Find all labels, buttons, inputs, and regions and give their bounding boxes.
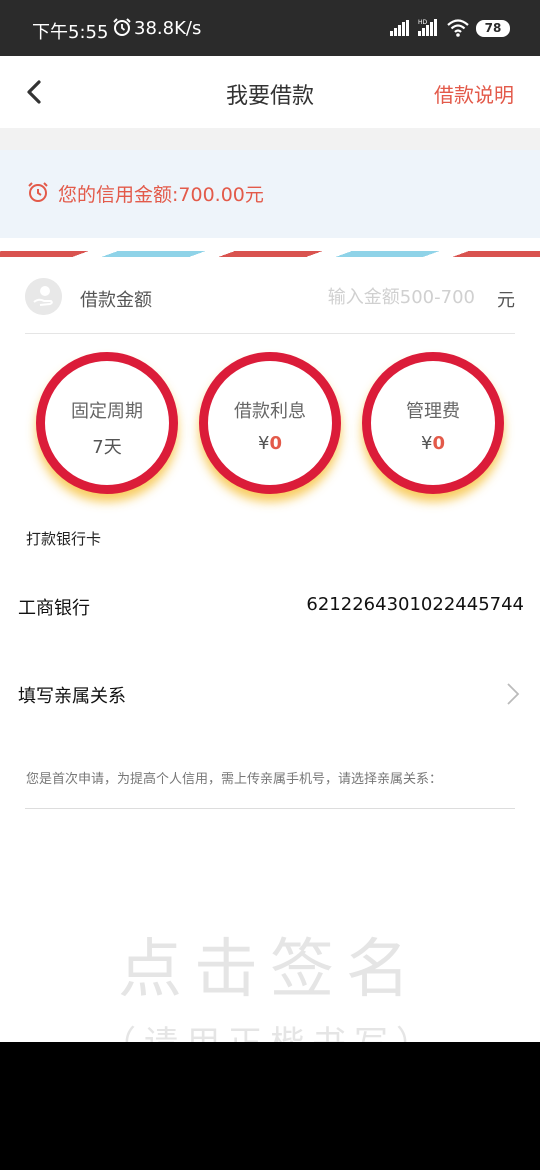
circle-label: 借款利息 <box>234 401 306 422</box>
alarm-clock-icon <box>113 18 131 36</box>
circle-value: ¥0 <box>421 433 445 454</box>
management-fee-circle: 管理费 ¥0 <box>362 352 504 494</box>
currency-unit: 元 <box>497 290 515 311</box>
divider <box>0 128 540 150</box>
bank-name: 工商银行 <box>18 598 90 619</box>
network-speed: 38.8K/s <box>134 18 202 39</box>
cell-signal-icon <box>390 20 409 36</box>
relation-hint-text: 您是首次申请，为提高个人信用，需上传亲属手机号，请选择亲属关系： <box>26 772 443 787</box>
loan-amount-input[interactable] <box>275 280 475 314</box>
circle-value: 7天 <box>92 437 122 458</box>
interest-circle: 借款利息 ¥0 <box>199 352 341 494</box>
signature-pad-subtitle[interactable]: （请用正楷书写） <box>0 1016 540 1042</box>
circle-label: 固定周期 <box>71 401 143 422</box>
credit-amount-text: 您的信用金额:700.00元 <box>58 184 264 206</box>
battery-indicator: 78 <box>476 20 510 37</box>
nav-bar: 我要借款 借款说明 <box>0 56 540 128</box>
loan-page: 我要借款 借款说明 您的信用金额:700.00元 借款金额 元 固定周期 7天 … <box>0 56 540 1042</box>
hand-coin-icon <box>25 278 62 315</box>
alarm-clock-icon <box>28 182 48 202</box>
loan-instructions-link[interactable]: 借款说明 <box>434 79 514 108</box>
wifi-icon <box>447 19 469 37</box>
svg-text:HD: HD <box>418 19 428 26</box>
bank-card-section-title: 打款银行卡 <box>26 530 102 548</box>
status-bar: 下午5:55 38.8K/s HD 78 <box>0 0 540 56</box>
loan-amount-row: 借款金额 元 <box>25 262 515 334</box>
chevron-right-icon[interactable] <box>506 682 520 706</box>
signature-pad-title[interactable]: 点击签名 <box>0 918 540 1010</box>
circle-value: ¥0 <box>258 433 282 454</box>
circle-label: 管理费 <box>406 401 460 422</box>
hd-signal-icon: HD <box>418 19 437 36</box>
airmail-stripe-divider <box>0 251 540 257</box>
status-time: 下午5:55 <box>32 22 109 43</box>
divider <box>25 808 515 809</box>
bank-card-number: 6212264301022445744 <box>306 594 524 615</box>
relative-relation-row[interactable]: 填写亲属关系 <box>18 682 126 708</box>
loan-amount-label: 借款金额 <box>80 290 152 311</box>
credit-banner: 您的信用金额:700.00元 <box>0 150 540 238</box>
fixed-period-circle: 固定周期 7天 <box>36 352 178 494</box>
